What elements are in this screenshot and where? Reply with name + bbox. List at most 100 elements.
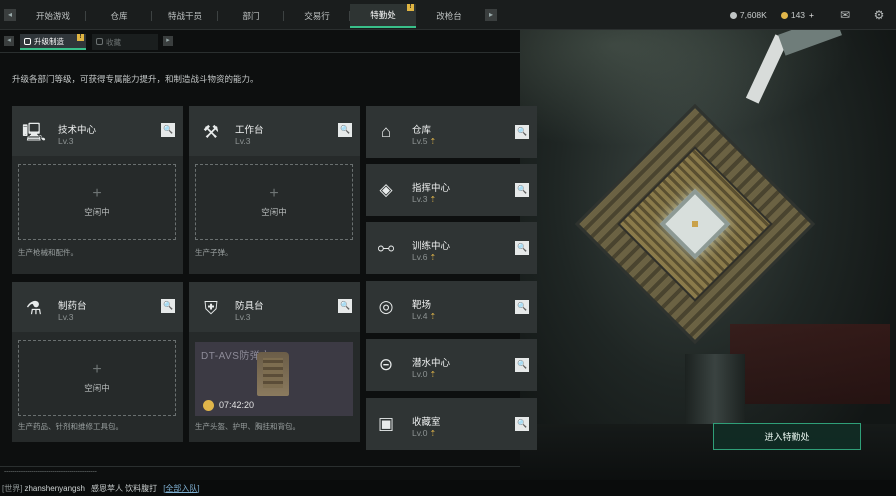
subtab-upgrade-craft[interactable]: 升级制造 ! [20,34,86,50]
nav-tab-1[interactable]: 仓库 [86,4,152,28]
nav-tab-3[interactable]: 部门 [218,4,284,28]
nav-tab-5[interactable]: 特勤处! [350,4,416,28]
chat-bar[interactable]: [世界] zhanshenyangsh 感恩苹人 饮料腹打 [全部入队] [0,480,896,496]
armor-icon: ⛨ [204,298,218,318]
facility-card-2[interactable]: ⧟ 训练中心 Lv.6 ⇡ 🔍 [366,222,537,274]
nav-tab-6[interactable]: 改枪台 [416,4,482,28]
card-workbench[interactable]: ⚒ 工作台 Lv.3 🔍 + 空闲中 生产子弹。 [189,106,360,274]
facility-name: 仓库 [412,125,432,136]
idle-slot[interactable]: + 空闲中 [18,164,176,240]
gold-coin-icon [780,11,788,19]
command-icon: ◈ [379,180,393,199]
nav-tab-0[interactable]: 开始游戏 [20,4,86,28]
facility-card-0[interactable]: ⌂ 仓库 Lv.5 ⇡ 🔍 [366,106,537,158]
silver-amount: 7,608K [739,10,767,20]
chat-username[interactable]: zhanshenyangsh [24,484,85,493]
body-armor-image [257,352,289,396]
level-up-arrow-icon: ⇡ [429,312,437,321]
facility-card-4[interactable]: ⊝ 潜水中心 Lv.0 ⇡ 🔍 [366,339,537,391]
card-level: Lv.3 [58,136,74,146]
search-icon[interactable]: 🔍 [161,123,175,137]
card-name: 防具台 [235,301,264,312]
facility-level: Lv.0 ⇡ [412,428,437,438]
facility-card-3[interactable]: ◎ 靶场 Lv.4 ⇡ 🔍 [366,281,537,333]
mail-icon[interactable]: ✉ [838,8,852,22]
facility-name: 指挥中心 [412,183,451,194]
enter-special-ops-button[interactable]: 进入特勤处 [713,423,861,450]
idle-slot[interactable]: + 空闲中 [195,164,353,240]
crafting-slot[interactable]: DT-AVS防弹衣 07:42:20 [195,342,353,416]
card-level: Lv.3 [58,312,74,322]
collection-icon: ▣ [377,414,395,433]
gold-amount: 143 [790,10,806,20]
facility-card-5[interactable]: ▣ 收藏室 Lv.0 ⇡ 🔍 [366,398,537,450]
card-level: Lv.3 [235,136,251,146]
subtab-collection[interactable]: 收藏 [92,34,158,50]
search-icon[interactable]: 🔍 [338,299,352,313]
card-description: 生产枪械和配件。 [18,248,78,257]
idle-slot[interactable]: + 空闲中 [18,340,176,416]
card-description: 生产头盔、护甲、胸挂和背包。 [195,422,300,431]
plus-icon: + [269,185,279,202]
facility-name: 潜水中心 [412,358,451,369]
monitor-icon: 🖳 [21,122,46,142]
silver-currency: 7,608K [729,10,767,20]
card-level: Lv.3 [235,312,251,322]
subtab-right-arrow-icon[interactable]: ▸ [163,36,173,46]
settings-gear-icon[interactable]: ⚙ [872,8,886,22]
facility-name: 收藏室 [412,417,441,428]
timer-icon [203,400,214,411]
sub-tabs: ◂ 升级制造 ! 收藏 ▸ [0,32,520,52]
search-icon[interactable]: 🔍 [515,300,529,314]
nav-tab-badge: ! [407,4,414,11]
microscope-icon: ⚗ [25,298,43,318]
plus-icon: + [92,361,102,378]
card-pharmacy[interactable]: ⚗ 制药台 Lv.3 🔍 + 空闲中 生产药品、针剂和维修工具包。 [12,282,183,442]
top-navigation-bar: ◂ 开始游戏 仓库 特战干员 部门 交易行 特勤处! 改枪台 ▸ 7,608K 143 + … [0,0,896,30]
main-nav-tabs: 开始游戏 仓库 特战干员 部门 交易行 特勤处! 改枪台 [20,4,482,28]
search-icon[interactable]: 🔍 [515,183,529,197]
card-name: 制药台 [58,301,87,312]
search-icon[interactable]: 🔍 [515,125,529,139]
chat-message: 感恩苹人 饮料腹打 [90,483,158,493]
facility-level: Lv.3 ⇡ [412,194,437,204]
facility-name: 靶场 [412,300,432,311]
facility-level: Lv.0 ⇡ [412,369,437,379]
search-icon[interactable]: 🔍 [515,358,529,372]
facility-level: Lv.6 ⇡ [412,252,437,262]
search-icon[interactable]: 🔍 [515,241,529,255]
card-name: 技术中心 [58,125,97,136]
search-icon[interactable]: 🔍 [515,417,529,431]
card-description: 生产药品、针剂和维修工具包。 [18,422,123,431]
chat-join-link[interactable]: [全部入队] [163,483,199,494]
level-up-arrow-icon: ⇡ [429,429,437,438]
crafting-timer: 07:42:20 [219,400,255,410]
level-up-arrow-icon: ⇡ [429,137,437,146]
card-armor-bench[interactable]: ⛨ 防具台 Lv.3 🔍 DT-AVS防弹衣 07:42:20 生产头盔、护甲、… [189,282,360,442]
tools-icon: ⚒ [202,122,220,142]
level-up-arrow-icon: ⇡ [429,370,437,379]
search-icon[interactable]: 🔍 [161,299,175,313]
search-icon[interactable]: 🔍 [338,123,352,137]
nav-right-arrow-icon[interactable]: ▸ [485,9,497,21]
level-up-arrow-icon: ⇡ [429,253,437,262]
collection-tab-icon [96,38,103,45]
add-gold-button[interactable]: + [809,10,814,20]
page-description: 升级各部门等级，可获得专属能力提升，和制造战斗物资的能力。 [12,74,259,84]
card-description: 生产子弹。 [195,248,233,257]
facility-card-1[interactable]: ◈ 指挥中心 Lv.3 ⇡ 🔍 [366,164,537,216]
gold-currency: 143 + [780,10,814,20]
level-up-arrow-icon: ⇡ [429,195,437,204]
facility-level: Lv.4 ⇡ [412,311,437,321]
nav-left-arrow-icon[interactable]: ◂ [4,9,16,21]
subtab-left-arrow-icon[interactable]: ◂ [4,36,14,46]
nav-tab-4[interactable]: 交易行 [284,4,350,28]
warehouse-icon: ⌂ [380,122,392,141]
card-name: 工作台 [235,125,264,136]
card-tech-center[interactable]: 🖳 技术中心 Lv.3 🔍 + 空闲中 生产枪械和配件。 [12,106,183,274]
facility-name: 训练中心 [412,241,451,252]
nav-tab-2[interactable]: 特战干员 [152,4,218,28]
diving-mask-icon: ⊝ [378,355,394,374]
facility-level: Lv.5 ⇡ [412,136,437,146]
subtab-badge: ! [77,34,84,41]
